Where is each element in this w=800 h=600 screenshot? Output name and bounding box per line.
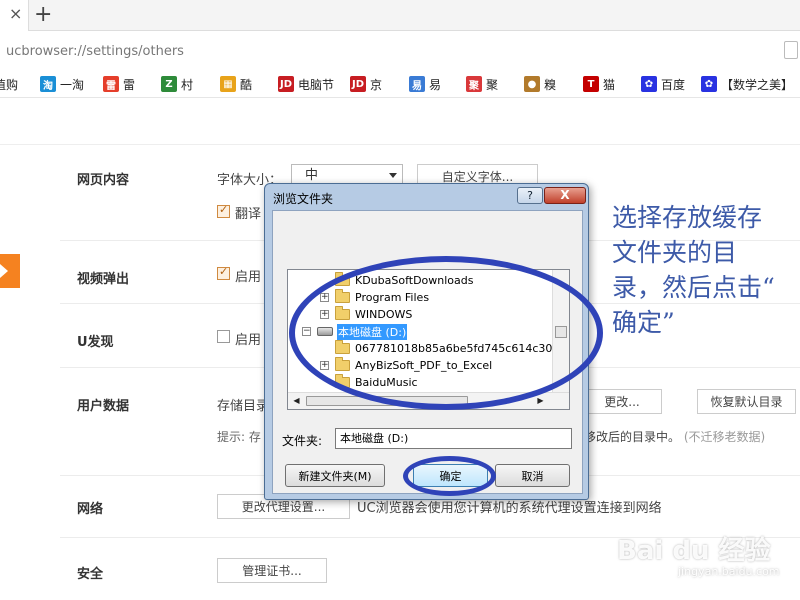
section-u-discover-title: U发现 (77, 335, 114, 350)
bookmark-item[interactable]: ✿ 【数学之美】 (701, 74, 793, 94)
url-text[interactable]: ucbrowser://settings/others (6, 44, 184, 59)
bookmark-item[interactable]: 淘 一淘 (40, 74, 84, 94)
storage-hint-prefix: 提示: 存 (217, 430, 261, 444)
section-web-content-title: 网页内容 (77, 173, 130, 188)
section-user-data-title: 用户数据 (77, 399, 130, 414)
folder-input[interactable]: 本地磁盘 (D:) (335, 428, 572, 449)
page-action-icon[interactable] (784, 41, 798, 59)
section-security-title: 安全 (77, 567, 104, 582)
video-popup-checkbox[interactable] (217, 265, 230, 280)
yi-icon: 易 (409, 76, 425, 92)
jd-icon: JD (350, 76, 366, 92)
restore-default-dir-button[interactable]: 恢复默认目录 (697, 389, 796, 414)
bookmark-item[interactable]: ▦ 酷 (220, 74, 252, 94)
chevron-down-icon (389, 173, 397, 178)
highlight-ellipse-ok (403, 456, 496, 496)
close-tab-icon[interactable]: × (9, 4, 22, 23)
browser-tab[interactable]: × (0, 0, 29, 31)
village-icon: Z (161, 76, 177, 92)
toolbar-spacer (0, 99, 800, 145)
bookmark-item[interactable]: JD 电脑节 (278, 74, 334, 94)
bookmark-item[interactable]: ● 糗 (524, 74, 556, 94)
address-bar[interactable]: ucbrowser://settings/others (0, 31, 800, 70)
tmall-icon: T (583, 76, 599, 92)
translate-label: 翻译 (235, 207, 262, 222)
bookmarks-bar: ￥ 超值购 淘 一淘 雷 雷 Z 村 ▦ 酷 JD 电脑节 JD 京 易 易 (0, 70, 800, 98)
annotation-text: 选择存放缓存 文件夹的目 录，然后点击“ 确定” (612, 203, 775, 337)
bookmark-item[interactable]: Z 村 (161, 74, 193, 94)
bookmark-item[interactable]: 雷 雷 (103, 74, 135, 94)
ku-icon: ▦ (220, 76, 236, 92)
baidu-paw-icon: ✿ (701, 76, 717, 92)
new-tab-button[interactable]: + (34, 1, 52, 29)
section-network-title: 网络 (77, 502, 104, 517)
cancel-button[interactable]: 取消 (495, 464, 570, 487)
bookmark-item[interactable]: ✿ 百度 (641, 74, 685, 94)
arrow-right-icon (0, 264, 8, 278)
jd-icon: JD (278, 76, 294, 92)
section-video-popup-title: 视频弹出 (77, 272, 130, 287)
folder-field-label: 文件夹: (282, 434, 323, 448)
change-dir-button[interactable]: 更改... (582, 389, 662, 414)
arrow-left-icon[interactable]: ◀ (289, 393, 304, 408)
baidu-paw-icon: ✿ (641, 76, 657, 92)
bookmark-item[interactable]: JD 京 (350, 74, 382, 94)
dialog-title: 浏览文件夹 (273, 192, 334, 206)
new-folder-button[interactable]: 新建文件夹(M) (285, 464, 385, 487)
bookmark-item[interactable]: ￥ 超值购 (0, 74, 18, 94)
highlight-ellipse-tree (289, 256, 603, 410)
tab-strip: × + (0, 0, 800, 31)
thunder-icon: 雷 (103, 76, 119, 92)
close-button[interactable]: X (544, 187, 586, 204)
translate-checkbox[interactable] (217, 203, 230, 218)
bookmark-item[interactable]: 易 易 (409, 74, 441, 94)
bookmark-item[interactable]: T 猫 (583, 74, 615, 94)
ju-icon: 聚 (466, 76, 482, 92)
storage-hint: 移改后的目录中。 (不迁移老数据) (584, 430, 766, 444)
screen: × + ucbrowser://settings/others ￥ 超值购 淘 … (0, 0, 800, 600)
storage-dir-label: 存储目录 (217, 399, 270, 414)
watermark-logo: Bai du 经验 (617, 536, 771, 566)
u-discover-label: 启用 (235, 333, 262, 348)
bookmark-item[interactable]: 聚 聚 (466, 74, 498, 94)
video-popup-label: 启用 (235, 270, 262, 285)
qiu-icon: ● (524, 76, 540, 92)
help-button[interactable]: ? (517, 187, 543, 204)
yitao-icon: 淘 (40, 76, 56, 92)
watermark-url: jingyan.baidu.com (678, 565, 780, 578)
manage-certificates-button[interactable]: 管理证书... (217, 558, 327, 583)
u-discover-checkbox[interactable] (217, 330, 230, 343)
